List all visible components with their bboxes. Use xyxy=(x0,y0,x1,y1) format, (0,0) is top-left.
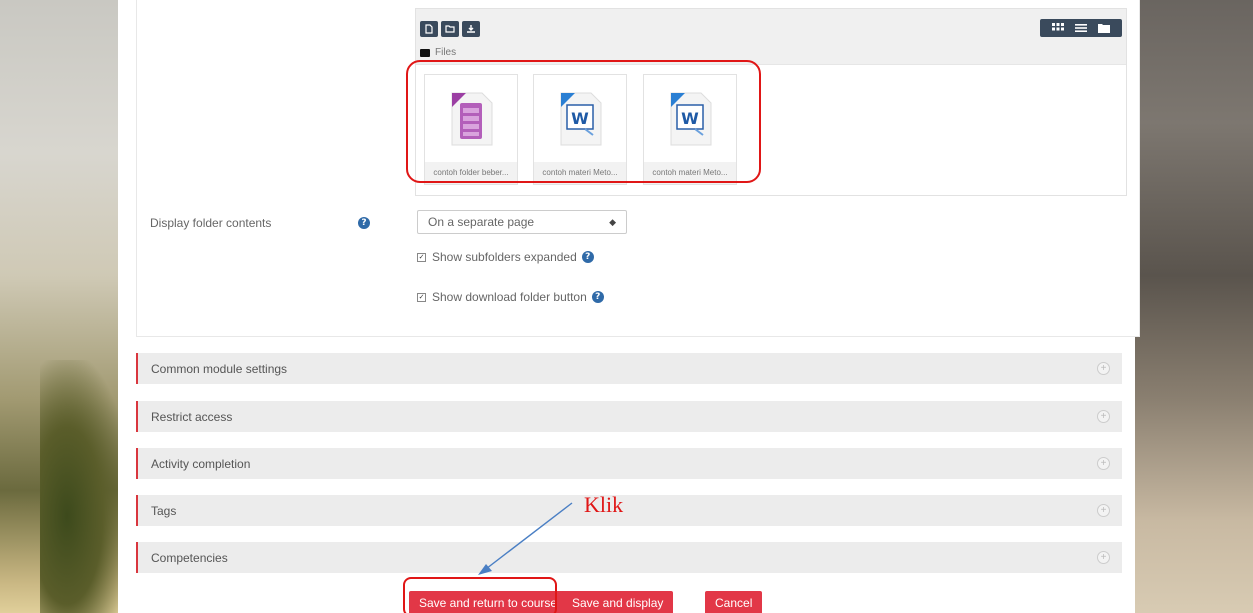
show-download-label: Show download folder button xyxy=(432,290,587,304)
section-activity-completion[interactable]: Activity completion + xyxy=(136,448,1122,479)
file-icon xyxy=(425,24,433,34)
help-icon[interactable]: ? xyxy=(591,291,604,303)
files-highlight-annotation xyxy=(406,60,761,183)
section-title: Activity completion xyxy=(151,456,251,471)
download-icon xyxy=(467,25,475,33)
view-mode-toggle xyxy=(1040,19,1122,37)
list-view-icon[interactable] xyxy=(1074,22,1088,34)
background-left xyxy=(0,0,130,613)
create-folder-button[interactable] xyxy=(441,21,459,37)
display-folder-contents-label: Display folder contents xyxy=(150,216,272,230)
folder-settings-panel: Files contoh folder beber... W contoh ma… xyxy=(136,0,1140,337)
show-subfolders-row: ✓ Show subfolders expanded ? xyxy=(417,250,594,264)
expand-icon: + xyxy=(1097,551,1110,564)
help-icon[interactable]: ? xyxy=(581,251,594,263)
annotation-arrow xyxy=(478,502,573,575)
page-content: Files contoh folder beber... W contoh ma… xyxy=(118,0,1140,613)
grid-view-icon[interactable] xyxy=(1051,22,1065,34)
show-subfolders-label: Show subfolders expanded xyxy=(432,250,577,264)
cancel-button[interactable]: Cancel xyxy=(705,591,763,613)
section-title: Tags xyxy=(151,503,177,518)
section-title: Restrict access xyxy=(151,409,233,424)
expand-icon: + xyxy=(1097,410,1110,423)
folder-icon xyxy=(445,25,455,33)
download-button[interactable] xyxy=(462,21,480,37)
klik-annotation-label: Klik xyxy=(584,492,624,517)
add-file-button[interactable] xyxy=(420,21,438,37)
save-button-highlight-annotation xyxy=(403,577,557,613)
show-subfolders-checkbox[interactable]: ✓ xyxy=(417,252,426,262)
section-restrict-access[interactable]: Restrict access + xyxy=(136,401,1122,432)
expand-icon: + xyxy=(1097,457,1110,470)
section-competencies[interactable]: Competencies + xyxy=(136,542,1122,573)
display-folder-contents-select[interactable]: On a separate page ◆ xyxy=(417,210,627,234)
expand-icon: + xyxy=(1097,362,1110,375)
help-icon[interactable]: ? xyxy=(358,217,370,229)
section-common-module-settings[interactable]: Common module settings + xyxy=(136,353,1122,384)
folder-icon xyxy=(420,48,430,57)
show-download-row: ✓ Show download folder button ? xyxy=(417,290,604,304)
section-title: Common module settings xyxy=(151,361,288,376)
select-value: On a separate page xyxy=(428,215,535,229)
save-and-display-button[interactable]: Save and display xyxy=(562,591,674,613)
select-arrows-icon: ◆ xyxy=(609,217,616,227)
background-right xyxy=(1135,0,1253,613)
tree-view-icon[interactable] xyxy=(1097,22,1111,34)
expand-icon: + xyxy=(1097,504,1110,517)
show-download-checkbox[interactable]: ✓ xyxy=(417,292,426,302)
file-manager-toolbar xyxy=(416,9,1126,41)
section-title: Competencies xyxy=(151,550,228,565)
section-tags[interactable]: Tags + xyxy=(136,495,1122,526)
path-label[interactable]: Files xyxy=(435,47,456,58)
